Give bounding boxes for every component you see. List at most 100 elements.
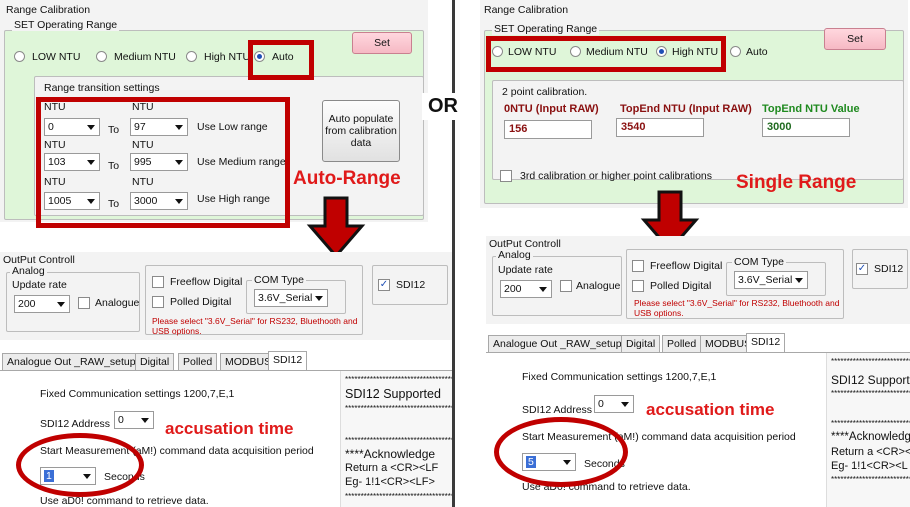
freeflow-checkbox[interactable] [632,260,644,272]
ntu-label: NTU [132,176,154,188]
set-button[interactable]: Set [352,32,412,54]
use-command-text: Use aD0! command to retrieve data. [40,495,209,507]
sdi12-address-label: SDI12 Address [522,404,593,416]
seconds-label: Seconds [104,471,145,483]
radio-medium-ntu[interactable] [570,46,581,57]
radio-high-ntu-label: High NTU [204,51,251,63]
example-text: Eg- 1!1<CR><LF> [345,476,435,488]
chevron-down-icon [87,160,95,165]
tab-polled[interactable]: Polled [662,335,702,352]
sdi12-checkbox[interactable]: ✓ [378,279,390,291]
update-rate-value: 200 [18,298,36,310]
low-from-select[interactable]: 0 [44,118,100,136]
chevron-down-icon [87,125,95,130]
medium-to-value: 995 [134,156,152,168]
freeflow-label: Freeflow Digital [650,260,723,272]
tab-strip: Analogue Out _RAW_setup Digital Polled M… [0,351,452,371]
use-medium-range-label: Use Medium range [197,156,286,168]
sdi12-info-panel: ************************************** S… [340,371,452,507]
tab-sdi12[interactable]: SDI12 [746,333,786,352]
high-from-select[interactable]: 1005 [44,192,100,210]
topend-value-header: TopEnd NTU Value [762,103,860,115]
analogue-checkbox[interactable] [78,297,90,309]
stars-line: ************************************** [831,357,910,366]
tab-polled[interactable]: Polled [178,353,218,370]
tab-strip: Analogue Out _RAW_setup Digital Polled M… [486,333,910,353]
polled-checkbox[interactable] [632,280,644,292]
topend-raw-input[interactable]: 3540 [616,118,704,137]
radio-auto-label: Auto [746,46,768,58]
radio-high-ntu[interactable] [186,51,197,62]
operating-range-title: SET Operating Range [12,19,120,31]
chevron-down-icon [175,199,183,204]
tab-analogue-out[interactable]: Analogue Out _RAW_setup [2,353,141,370]
com-type-select[interactable]: 3.6V_Serial [254,289,328,307]
sdi12-checkbox[interactable]: ✓ [856,263,868,275]
chevron-down-icon [315,296,323,301]
chevron-down-icon [83,474,91,479]
analogue-label: Analogue [95,297,140,309]
seconds-highlight-ellipse [16,433,144,497]
radio-low-ntu[interactable] [14,51,25,62]
radio-high-ntu[interactable] [656,46,667,57]
medium-from-select[interactable]: 103 [44,153,100,171]
radio-medium-ntu[interactable] [96,51,107,62]
com-type-title: COM Type [252,274,306,286]
start-measurement-label: Start Measurement (aM!) command data acq… [40,445,314,457]
high-from-value: 1005 [48,195,72,207]
accusation-time-callout: accusation time [646,400,775,419]
fixed-comm-settings: Fixed Communication settings 1200,7,E,1 [522,371,717,383]
tab-digital[interactable]: Digital [621,335,661,352]
ntu-label: NTU [132,139,154,151]
tab-sdi12[interactable]: SDI12 [268,351,308,370]
freeflow-label: Freeflow Digital [170,276,243,288]
zero-ntu-input[interactable]: 156 [504,120,592,139]
update-rate-value: 200 [504,283,522,295]
seconds-select[interactable]: 5 [522,453,576,471]
polled-checkbox[interactable] [152,296,164,308]
output-control-panel: OutPut Controll Analog Update rate 200 A… [0,252,452,340]
stars-line: ************************************** [831,419,910,428]
radio-auto[interactable] [730,46,741,57]
sdi12-address-select[interactable]: 0 [594,395,634,413]
seconds-highlight-ellipse [494,417,628,487]
set-button[interactable]: Set [824,28,886,50]
tab-digital[interactable]: Digital [135,353,175,370]
range-transition-title: Range transition settings [44,82,160,94]
third-calibration-checkbox[interactable] [500,170,512,182]
tab-analogue-out[interactable]: Analogue Out _RAW_setup [488,335,627,352]
medium-from-value: 103 [48,156,66,168]
radio-low-ntu[interactable] [492,46,503,57]
ntu-label: NTU [132,101,154,113]
com-type-select[interactable]: 3.6V_Serial [734,271,808,289]
sdi12-label: SDI12 [874,263,904,275]
high-to-value: 3000 [134,195,158,207]
topend-value-input[interactable]: 3000 [762,118,850,137]
sdi12-tab-content: Fixed Communication settings 1200,7,E,1 … [486,353,910,507]
auto-populate-button[interactable]: Auto populate from calibration data [322,100,400,162]
return-text: Return a <CR><LF [345,462,439,474]
to-label: To [108,124,120,136]
radio-auto[interactable] [254,51,265,62]
update-rate-select[interactable]: 200 [14,295,70,313]
update-rate-select[interactable]: 200 [500,280,552,298]
freeflow-checkbox[interactable] [152,276,164,288]
low-to-select[interactable]: 97 [130,118,188,136]
return-text: Return a <CR>< [831,446,910,458]
com-type-note: Please select "3.6V_Serial" for RS232, B… [634,298,840,318]
example-text: Eg- 1!1<CR><L [831,460,908,472]
chevron-down-icon [563,460,571,465]
sdi12-info-panel: ************************************** S… [826,353,910,507]
seconds-select[interactable]: 1 [40,467,96,485]
medium-to-select[interactable]: 995 [130,153,188,171]
com-type-title: COM Type [732,256,786,268]
analogue-checkbox[interactable] [560,280,572,292]
com-type-note: Please select "3.6V_Serial" for RS232, B… [152,316,358,336]
stars-line: ************************************** [345,375,452,384]
chevron-down-icon [87,199,95,204]
ntu-label: NTU [44,139,66,151]
analog-title: Analog [496,249,533,261]
sdi12-address-select[interactable]: 0 [114,411,154,429]
to-label: To [108,198,120,210]
high-to-select[interactable]: 3000 [130,192,188,210]
